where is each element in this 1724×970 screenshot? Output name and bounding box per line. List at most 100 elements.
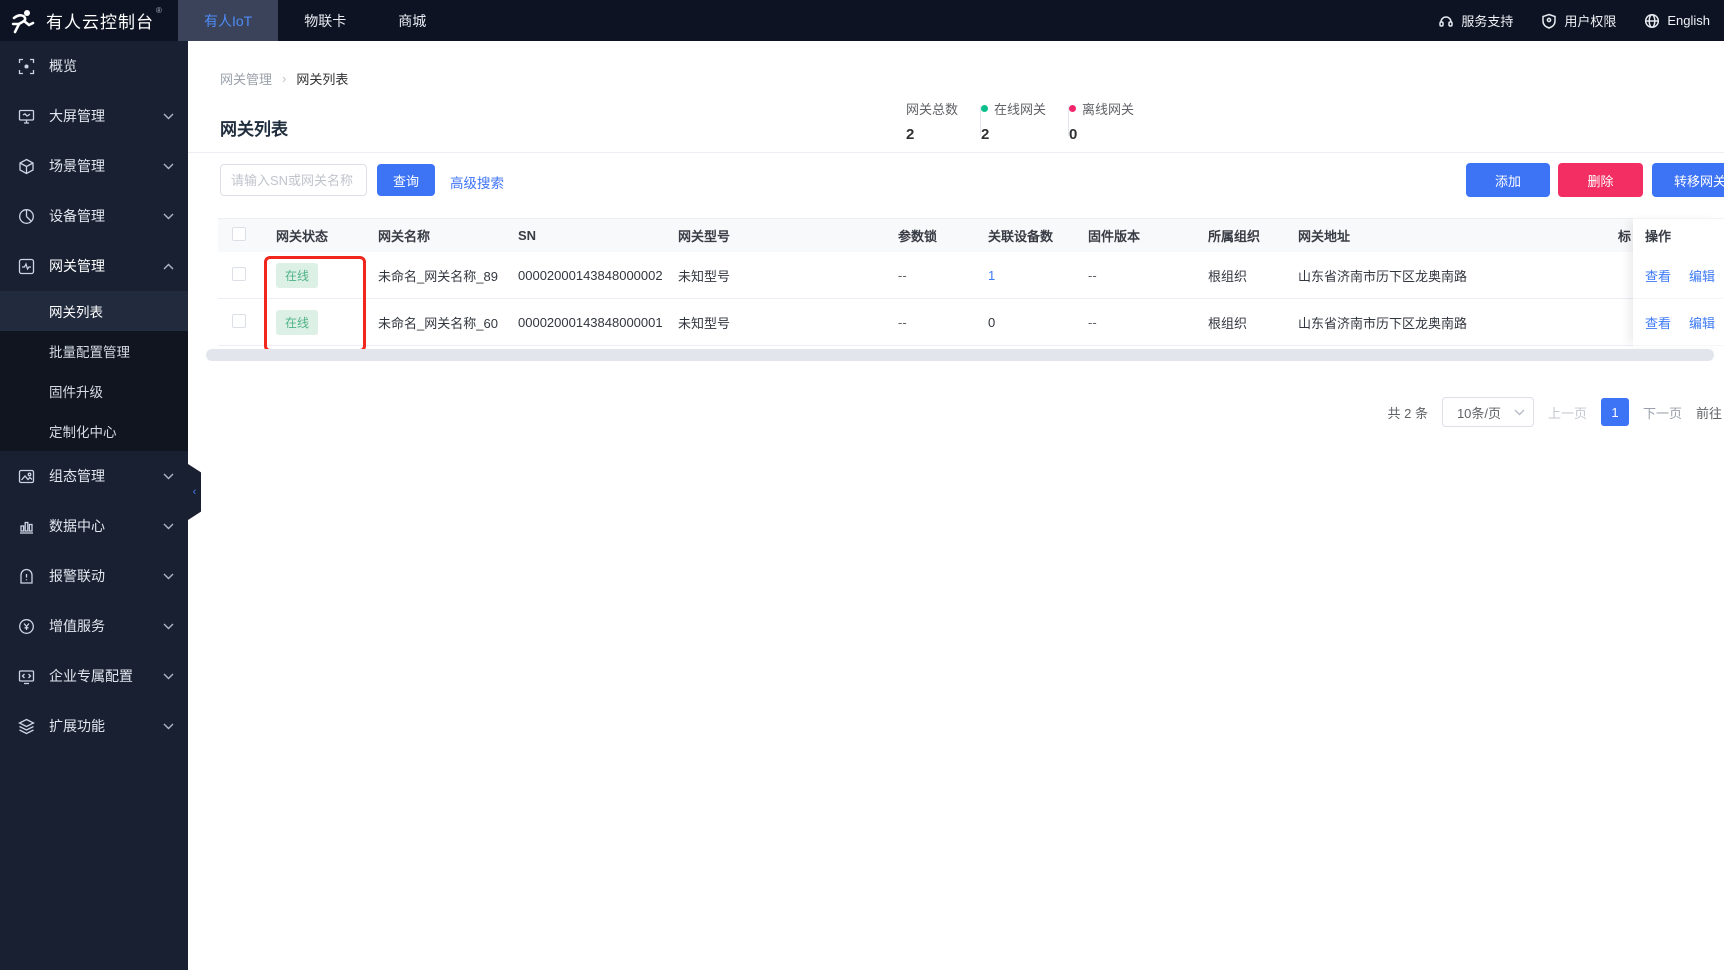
sidebar-item-data-center[interactable]: 数据中心: [0, 501, 188, 551]
overview-icon: [18, 58, 35, 75]
breadcrumb-parent[interactable]: 网关管理: [220, 69, 272, 88]
hmi-icon: [18, 468, 35, 485]
sidebar-item-scene-mgmt[interactable]: 场景管理: [0, 141, 188, 191]
section-divider: [188, 152, 1724, 153]
logo-person-icon: [10, 8, 36, 34]
sidebar-item-label: 增值服务: [49, 618, 105, 634]
query-button[interactable]: 查询: [377, 164, 435, 196]
stat-offline-value: 0: [1069, 126, 1078, 143]
stat-offline: 离线网关 0: [1069, 99, 1156, 143]
stat-total-label: 网关总数: [906, 102, 959, 117]
sidebar-subitem-batch-config[interactable]: 批量配置管理: [0, 331, 188, 371]
stat-online: 在线网关 2: [981, 99, 1068, 143]
col-header-device-count: 关联设备数: [988, 229, 1054, 244]
col-header-model: 网关型号: [678, 229, 731, 244]
select-all-checkbox[interactable]: [232, 227, 246, 241]
topbar: 有人云控制台 ® 有人IoT 物联卡 商城 服务支持 用户权限 English: [0, 0, 1724, 41]
delete-button[interactable]: 删除: [1558, 163, 1643, 197]
edit-link[interactable]: 编辑: [1689, 266, 1715, 285]
next-page-button[interactable]: 下一页: [1643, 403, 1682, 422]
stat-total: 网关总数 2: [906, 99, 980, 143]
sidebar-item-gateway-mgmt[interactable]: 网关管理: [0, 241, 188, 291]
sidebar-item-extensions[interactable]: 扩展功能: [0, 701, 188, 751]
advanced-search-link[interactable]: 高级搜索: [450, 172, 504, 192]
gateway-sn: 00002000143848000001: [518, 314, 663, 330]
page-title: 网关列表: [220, 120, 288, 139]
sidebar-subitem-gateway-list[interactable]: 网关列表: [0, 291, 188, 331]
chevron-down-icon: [163, 213, 174, 220]
sidebar-subitem-firmware-upgrade[interactable]: 固件升级: [0, 371, 188, 411]
table-row: 在线 未命名_网关名称_60 00002000143848000001 未知型号…: [218, 299, 1724, 346]
tab-mall[interactable]: 商城: [372, 0, 452, 41]
language-switch[interactable]: English: [1644, 13, 1710, 29]
user-permission-label: 用户权限: [1564, 14, 1617, 29]
param-lock-value: --: [898, 314, 907, 330]
sidebar-item-label: 企业专属配置: [49, 668, 133, 684]
sidebar-item-alarm-linkage[interactable]: 报警联动: [0, 551, 188, 601]
page-size-select[interactable]: 10条/页: [1441, 397, 1534, 427]
sidebar-subitem-customization-center[interactable]: 定制化中心: [0, 411, 188, 451]
service-support[interactable]: 服务支持: [1438, 11, 1513, 30]
org-value: 根组织: [1208, 315, 1248, 331]
sidebar-item-label: 设备管理: [49, 208, 105, 224]
chevron-down-icon: [163, 623, 174, 630]
sidebar-collapse-handle[interactable]: ‹: [188, 464, 201, 520]
offline-dot-icon: [1069, 105, 1077, 112]
sidebar-item-value-added-services[interactable]: 增值服务: [0, 601, 188, 651]
sidebar: 概览 大屏管理 场景管理 设备管理 网关管理 网关列表 批量配置管理 固件升级 …: [0, 41, 188, 970]
headset-icon: [1438, 13, 1454, 29]
user-permission[interactable]: 用户权限: [1541, 11, 1616, 30]
transfer-gateway-button[interactable]: 转移网关: [1652, 163, 1724, 197]
main-content: 网关管理 › 网关列表 网关列表 网关总数 2 在线网关 2 离线网关 0 请输…: [188, 41, 1724, 970]
chevron-down-icon: [163, 723, 174, 730]
gateway-model: 未知型号: [678, 268, 731, 284]
view-link[interactable]: 查看: [1645, 313, 1671, 332]
horizontal-scrollbar[interactable]: [206, 349, 1714, 361]
sidebar-item-screen-mgmt[interactable]: 大屏管理: [0, 91, 188, 141]
enterprise-icon: [18, 668, 35, 685]
device-icon: [18, 208, 35, 225]
vas-icon: [18, 618, 35, 635]
col-header-status: 网关状态: [276, 229, 329, 244]
view-link[interactable]: 查看: [1645, 266, 1671, 285]
device-count-link[interactable]: 1: [988, 268, 995, 283]
brand: 有人云控制台 ®: [0, 0, 178, 41]
chevron-down-icon: [163, 473, 174, 480]
edit-link[interactable]: 编辑: [1689, 313, 1715, 332]
sidebar-item-label: 概览: [49, 58, 77, 74]
prev-page-button[interactable]: 上一页: [1548, 403, 1587, 422]
gateway-name: 未命名_网关名称_89: [378, 268, 498, 284]
chevron-down-icon: [163, 523, 174, 530]
tab-iot-card[interactable]: 物联卡: [278, 0, 372, 41]
search-input[interactable]: [220, 164, 367, 196]
operation-row: 查看 编辑: [1633, 299, 1724, 346]
top-tabs: 有人IoT 物联卡 商城: [178, 0, 452, 41]
shield-icon: [1541, 13, 1557, 29]
row-checkbox[interactable]: [232, 313, 246, 328]
collapse-chevron-icon: ‹: [192, 486, 197, 498]
chevron-down-icon: [1514, 409, 1525, 416]
table-header-row: 网关状态 网关名称 SN 网关型号 参数锁 关联设备数 固件版本 所属组织 网关…: [218, 218, 1724, 252]
sidebar-item-label: 扩展功能: [49, 718, 105, 734]
gateway-address: 山东省济南市历下区龙奥南路: [1298, 268, 1468, 284]
breadcrumb-separator: ›: [282, 71, 287, 86]
pagination: 共 2 条 10条/页 上一页 1 下一页 前往: [1387, 397, 1722, 427]
sidebar-item-device-mgmt[interactable]: 设备管理: [0, 191, 188, 241]
sidebar-item-enterprise-config[interactable]: 企业专属配置: [0, 651, 188, 701]
app-title: 有人云控制台: [46, 13, 154, 32]
tab-usr-iot[interactable]: 有人IoT: [178, 0, 279, 41]
sidebar-item-overview[interactable]: 概览: [0, 41, 188, 91]
sidebar-item-hmi-mgmt[interactable]: 组态管理: [0, 451, 188, 501]
gateway-sn: 00002000143848000002: [518, 267, 663, 283]
sidebar-item-label: 大屏管理: [49, 108, 105, 124]
param-lock-value: --: [898, 267, 907, 283]
chevron-down-icon: [163, 163, 174, 170]
gateway-stats: 网关总数 2 在线网关 2 离线网关 0: [906, 99, 1156, 143]
scene-icon: [18, 158, 35, 175]
add-button[interactable]: 添加: [1466, 163, 1550, 197]
table-row: 在线 未命名_网关名称_89 00002000143848000002 未知型号…: [218, 252, 1724, 299]
page-number-active[interactable]: 1: [1600, 398, 1629, 426]
language-label: English: [1667, 13, 1710, 28]
row-checkbox[interactable]: [232, 266, 246, 281]
col-header-address: 网关地址: [1298, 229, 1351, 244]
